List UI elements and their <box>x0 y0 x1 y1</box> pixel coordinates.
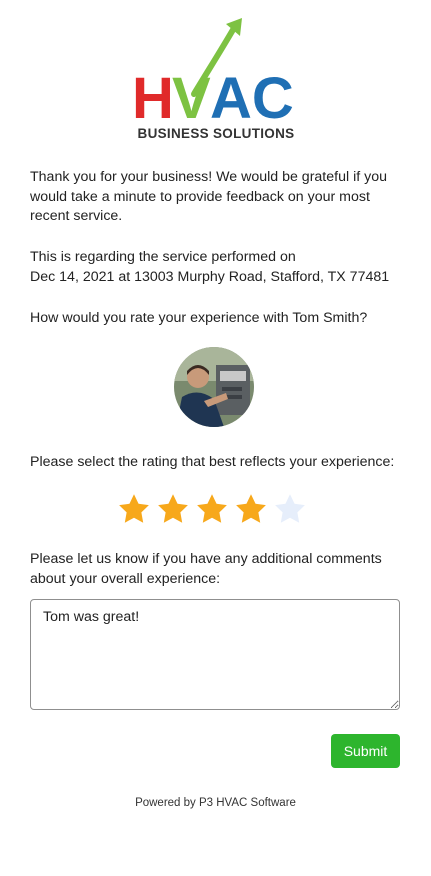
logo-tagline: BUSINESS SOLUTIONS <box>138 126 295 141</box>
rate-question: How would you rate your experience with … <box>30 310 368 326</box>
footer-text: Powered by P3 HVAC Software <box>135 797 296 809</box>
logo-graphic: H V AC BUSINESS SOLUTIONS <box>132 18 295 141</box>
logo-letter-h: H <box>132 66 174 131</box>
service-line-1: This is regarding the service performed … <box>30 249 296 265</box>
comments-textarea[interactable]: Tom was great! <box>30 599 400 710</box>
star-2-icon[interactable] <box>156 492 190 526</box>
logo-letter-v: V <box>172 66 211 131</box>
intro-text: Thank you for your business! We would be… <box>30 169 387 225</box>
technician-avatar <box>174 347 254 427</box>
rating-prompt: Please select the rating that best refle… <box>30 454 395 470</box>
comments-prompt: Please let us know if you have any addit… <box>30 551 382 587</box>
star-1-icon[interactable] <box>117 492 151 526</box>
logo-letters-ac: AC <box>210 66 294 131</box>
submit-button[interactable]: Submit <box>331 734 400 768</box>
service-details: This is regarding the service performed … <box>30 248 405 287</box>
company-logo: H V AC BUSINESS SOLUTIONS <box>128 14 304 144</box>
star-4-icon[interactable] <box>234 492 268 526</box>
service-line-2: Dec 14, 2021 at 13003 Murphy Road, Staff… <box>30 268 390 285</box>
star-rating[interactable] <box>117 492 307 526</box>
star-5-icon[interactable] <box>273 492 307 526</box>
star-3-icon[interactable] <box>195 492 229 526</box>
